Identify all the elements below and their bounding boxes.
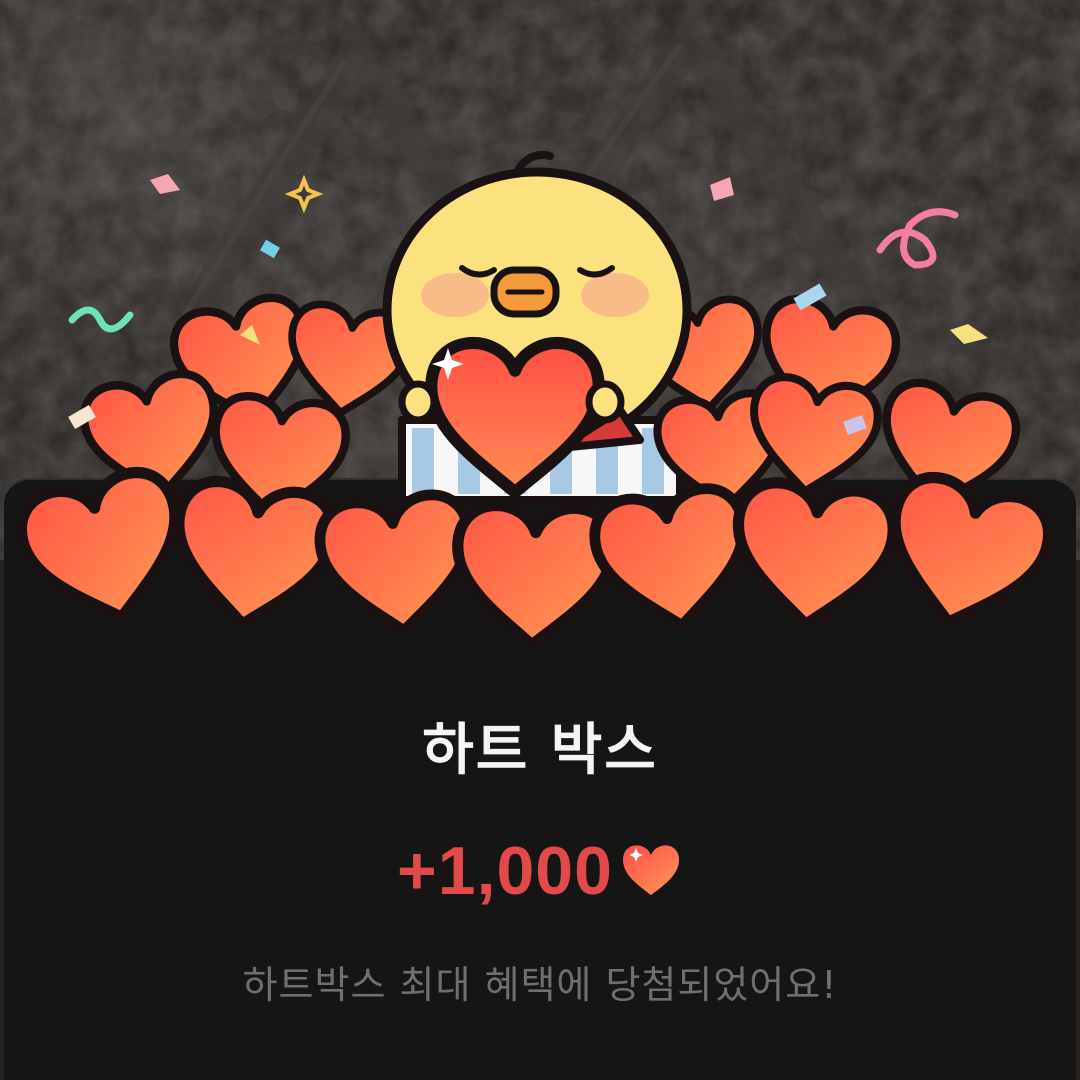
popup-message: 하트박스 최대 혜택에 당첨되었어요! bbox=[242, 963, 838, 1007]
reward-amount-row: +1,000 bbox=[0, 832, 1080, 910]
chick-mascot-illustration bbox=[0, 151, 1080, 660]
reward-screen: 하트 박스 +1,000 하트박스 최대 혜택에 당첨되었어요! bbox=[0, 0, 1080, 1080]
popup-title: 하트 박스 bbox=[422, 718, 658, 783]
heart-icon bbox=[622, 845, 679, 895]
reward-amount: +1,000 bbox=[397, 833, 613, 909]
